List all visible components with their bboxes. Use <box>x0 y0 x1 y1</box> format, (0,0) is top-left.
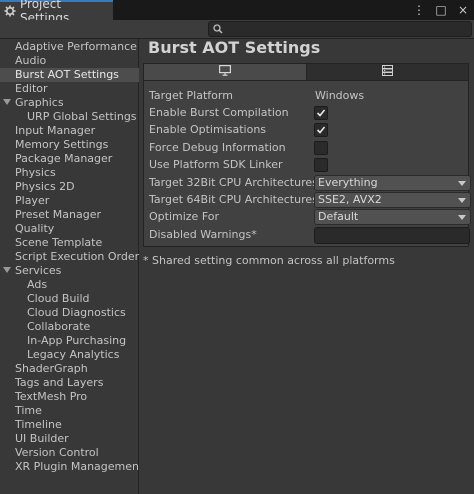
settings-content: Burst AOT Settings Target Platform Windo… <box>139 38 474 494</box>
row-force-debug-information: Force Debug Information <box>144 140 470 156</box>
enable-burst-compilation-checkbox[interactable] <box>314 106 328 120</box>
disabled-warnings-label: Disabled Warnings* <box>149 228 257 241</box>
sidebar-item-shadergraph[interactable]: ShaderGraph <box>0 362 153 376</box>
sidebar-item-services[interactable]: Services <box>0 264 153 278</box>
enable-burst-compilation-label: Enable Burst Compilation <box>149 106 289 119</box>
target-32bit-cpu-value: Everything <box>318 176 378 189</box>
maximize-icon[interactable]: □ <box>434 2 448 18</box>
toolbar <box>0 20 474 39</box>
sidebar-item-player[interactable]: Player <box>0 194 153 208</box>
sidebar-item-adaptive-performance[interactable]: Adaptive Performance <box>0 40 153 54</box>
row-enable-burst-compilation: Enable Burst Compilation <box>144 105 470 121</box>
row-target-64bit-cpu: Target 64Bit CPU Architectures SSE2, AVX… <box>144 192 471 208</box>
force-debug-information-label: Force Debug Information <box>149 141 286 154</box>
server-icon <box>381 65 393 79</box>
sidebar-item-physics-2d[interactable]: Physics 2D <box>0 180 153 194</box>
sidebar-item-tags-and-layers[interactable]: Tags and Layers <box>0 376 153 390</box>
use-platform-sdk-linker-checkbox[interactable] <box>314 158 328 172</box>
sidebar-item-ui-builder[interactable]: UI Builder <box>0 432 153 446</box>
sidebar-item-burst-aot-settings[interactable]: Burst AOT Settings <box>0 68 153 82</box>
row-optimize-for: Optimize For Default <box>144 209 471 225</box>
sidebar-item-xr-plugin-management[interactable]: XR Plugin Management <box>0 460 153 474</box>
search-input[interactable] <box>208 21 472 37</box>
platform-tabs <box>143 63 469 81</box>
target-platform-value: Windows <box>315 89 365 102</box>
enable-optimisations-checkbox[interactable] <box>314 123 328 137</box>
optimize-for-value: Default <box>318 210 359 223</box>
target-32bit-cpu-dropdown[interactable]: Everything <box>314 175 471 191</box>
close-icon[interactable]: × <box>456 2 470 18</box>
burst-settings-panel: Target Platform Windows Enable Burst Com… <box>143 81 471 247</box>
target-32bit-cpu-label: Target 32Bit CPU Architectures <box>149 176 318 189</box>
enable-optimisations-label: Enable Optimisations <box>149 123 267 136</box>
row-target-platform: Target Platform Windows <box>144 88 470 104</box>
sidebar-item-scene-template[interactable]: Scene Template <box>0 236 153 250</box>
settings-sidebar: Adaptive Performance Audio Burst AOT Set… <box>0 39 153 494</box>
sidebar-item-timeline[interactable]: Timeline <box>0 418 153 432</box>
disabled-warnings-input[interactable] <box>314 227 470 244</box>
optimize-for-label: Optimize For <box>149 210 220 223</box>
shared-setting-note: * Shared setting common across all platf… <box>143 254 395 267</box>
sidebar-item-script-execution-order[interactable]: Script Execution Order <box>0 250 153 264</box>
sidebar-item-audio[interactable]: Audio <box>0 54 153 68</box>
row-use-platform-sdk-linker: Use Platform SDK Linker <box>144 157 470 173</box>
sidebar-item-memory-settings[interactable]: Memory Settings <box>0 138 153 152</box>
project-settings-tab[interactable]: Project Settings <box>0 0 113 25</box>
row-target-32bit-cpu: Target 32Bit CPU Architectures Everythin… <box>144 175 471 191</box>
sidebar-item-graphics[interactable]: Graphics <box>0 96 153 110</box>
target-64bit-cpu-label: Target 64Bit CPU Architectures <box>149 193 318 206</box>
tab-standalone[interactable] <box>144 64 306 80</box>
optimize-for-dropdown[interactable]: Default <box>314 209 471 225</box>
dropdown-arrow-icon <box>458 198 466 203</box>
expand-arrow-icon[interactable] <box>3 267 11 273</box>
use-platform-sdk-linker-label: Use Platform SDK Linker <box>149 158 283 171</box>
title-bar: Project Settings ⋮ □ × <box>0 0 474 25</box>
force-debug-information-checkbox[interactable] <box>314 141 328 155</box>
row-enable-optimisations: Enable Optimisations <box>144 122 470 138</box>
sidebar-item-input-manager[interactable]: Input Manager <box>0 124 153 138</box>
page-title: Burst AOT Settings <box>148 38 321 57</box>
sidebar-item-editor[interactable]: Editor <box>0 82 153 96</box>
target-64bit-cpu-value: SSE2, AVX2 <box>318 193 382 206</box>
sidebar-item-physics[interactable]: Physics <box>0 166 153 180</box>
target-64bit-cpu-dropdown[interactable]: SSE2, AVX2 <box>314 192 471 208</box>
sidebar-item-version-control[interactable]: Version Control <box>0 446 153 460</box>
sidebar-item-time[interactable]: Time <box>0 404 153 418</box>
checkmark-icon <box>316 109 326 117</box>
target-platform-label: Target Platform <box>149 89 233 102</box>
more-options-icon[interactable]: ⋮ <box>412 2 426 18</box>
search-icon <box>212 23 224 35</box>
dropdown-arrow-icon <box>458 215 466 220</box>
dropdown-arrow-icon <box>458 181 466 186</box>
expand-arrow-icon[interactable] <box>3 99 11 105</box>
row-disabled-warnings: Disabled Warnings* <box>144 227 470 244</box>
sidebar-item-package-manager[interactable]: Package Manager <box>0 152 153 166</box>
checkmark-icon <box>316 126 326 134</box>
gear-icon <box>4 5 16 17</box>
sidebar-item-preset-manager[interactable]: Preset Manager <box>0 208 153 222</box>
tab-server[interactable] <box>305 64 468 80</box>
monitor-icon <box>218 65 231 79</box>
sidebar-item-textmesh-pro[interactable]: TextMesh Pro <box>0 390 153 404</box>
sidebar-item-quality[interactable]: Quality <box>0 222 153 236</box>
